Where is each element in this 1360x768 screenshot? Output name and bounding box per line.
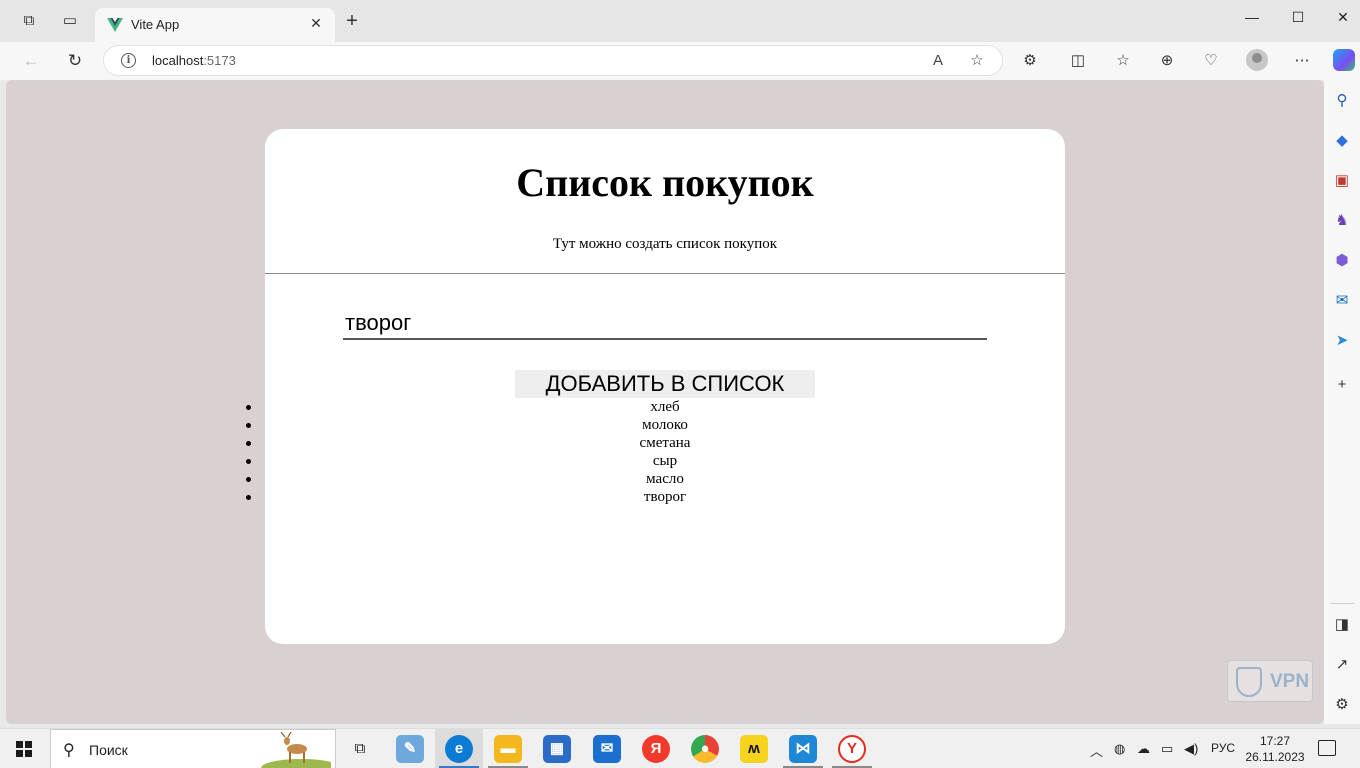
list-item-text: творог <box>643 489 687 505</box>
onedrive-icon[interactable]: ☁ <box>1137 741 1150 757</box>
microsoft-store-icon[interactable]: ▦ <box>543 735 571 763</box>
refresh-icon[interactable]: ↻ <box>64 50 86 72</box>
item-input[interactable] <box>343 307 987 340</box>
close-tab-icon[interactable]: ✕ <box>307 15 325 32</box>
bullet-icon <box>246 441 251 446</box>
add-sidebar-app-icon[interactable]: + <box>1332 375 1352 395</box>
notes-app-icon[interactable]: ✎ <box>396 735 424 763</box>
open-external-icon[interactable]: ↗ <box>1332 655 1352 675</box>
settings-icon[interactable]: ⚙ <box>1332 695 1352 715</box>
vpn-label: VPN <box>1270 671 1310 692</box>
task-view-icon[interactable]: ⧉ <box>346 735 374 763</box>
favorites-icon[interactable]: ☆ <box>1112 50 1134 72</box>
shopping-list: хлеб молоко сметана сыр масло творог <box>240 398 1090 506</box>
divider <box>265 273 1065 274</box>
url-text[interactable]: localhost:5173 <box>152 53 236 68</box>
list-item-text: хлеб <box>650 399 680 415</box>
language-indicator[interactable]: РУС <box>1211 741 1235 755</box>
address-bar[interactable]: i localhost:5173 A ☆ <box>103 45 1003 76</box>
sidebar-divider <box>1330 603 1354 604</box>
tab-vite-app[interactable]: Vite App ✕ <box>95 8 335 42</box>
network-icon[interactable]: ▭ <box>1161 741 1173 757</box>
search-icon[interactable]: ⚲ <box>1332 91 1352 111</box>
close-window-icon[interactable]: ✕ <box>1328 8 1358 28</box>
hide-sidebar-icon[interactable]: ◨ <box>1332 615 1352 635</box>
bullet-icon <box>246 477 251 482</box>
browser-toolbar: ← ↻ i localhost:5173 A ☆ ⚙ ◫ ☆ ⊕ ♡ ⋯ <box>0 42 1360 80</box>
search-icon: ⚲ <box>63 742 75 759</box>
notifications-icon[interactable] <box>1318 740 1336 756</box>
vscode-icon[interactable]: ⋈ <box>789 735 817 763</box>
vpn-shield-icon <box>1236 667 1262 697</box>
edge-browser-icon[interactable]: e <box>445 735 473 763</box>
list-item: масло <box>240 470 1090 488</box>
windows-start-icon[interactable] <box>16 741 32 757</box>
mail-icon[interactable]: ✉ <box>593 735 621 763</box>
shopping-tag-icon[interactable]: ◆ <box>1332 131 1352 151</box>
split-screen-icon[interactable]: ◫ <box>1067 50 1089 72</box>
browser-sidebar: ⚲ ◆ ▣ ♞ ⬢ ✉ ➤ + ◨ ↗ ⚙ <box>1324 80 1360 724</box>
new-tab-icon[interactable]: + <box>342 11 362 31</box>
taskbar-search-label: Поиск <box>89 742 128 758</box>
clock-date: 26.11.2023 <box>1245 750 1305 764</box>
page-title: Список покупок <box>516 160 814 205</box>
maximize-icon[interactable]: ☐ <box>1283 8 1313 28</box>
collections-icon[interactable]: ⊕ <box>1156 50 1178 72</box>
chrome-icon[interactable]: ● <box>691 735 719 763</box>
taskbar-clock[interactable]: 17:27 26.11.2023 <box>1240 733 1310 765</box>
games-icon[interactable]: ♞ <box>1332 211 1352 231</box>
workspaces-icon[interactable]: ⧉ <box>20 12 38 30</box>
site-info-icon[interactable]: i <box>121 53 136 68</box>
tab-title: Vite App <box>131 17 180 32</box>
clock-time: 17:27 <box>1259 734 1291 748</box>
back-icon[interactable]: ← <box>20 50 42 72</box>
file-explorer-icon[interactable]: ▬ <box>494 735 522 763</box>
taskbar-search-box[interactable]: ⚲ Поиск <box>50 729 336 768</box>
profile-avatar[interactable] <box>1246 49 1268 71</box>
miro-icon[interactable]: ʍ <box>740 735 768 763</box>
page-subtitle: Тут можно создать список покупок <box>552 236 778 252</box>
windows-taskbar: ⚲ Поиск ⧉ ✎ e ▬ ▦ ✉ Я ● ʍ ⋈ Y ︿ ◍ ☁ ▭ ◀)… <box>0 728 1360 768</box>
add-to-list-button[interactable]: ДОБАВИТЬ В СПИСОК <box>515 370 815 398</box>
bullet-icon <box>246 495 251 500</box>
list-item-text: сыр <box>652 453 678 469</box>
page-viewport: Список покупок Тут можно создать список … <box>6 80 1324 724</box>
yandex-browser-icon[interactable]: Y <box>838 735 866 763</box>
tab-actions-icon[interactable]: ▭ <box>61 12 79 30</box>
browser-title-bar: ⧉ ▭ Vite App ✕ + — ☐ ✕ <box>0 0 1360 42</box>
tools-icon[interactable]: ▣ <box>1332 171 1352 191</box>
list-item-text: молоко <box>642 417 688 433</box>
show-hidden-icons[interactable]: ︿ <box>1090 741 1103 760</box>
outlook-icon[interactable]: ✉ <box>1332 291 1352 311</box>
list-item-text: масло <box>646 471 684 487</box>
minimize-icon[interactable]: — <box>1237 8 1267 28</box>
deer-illustration-icon <box>261 732 331 768</box>
list-item-text: сметана <box>639 435 691 451</box>
list-item: молоко <box>240 416 1090 434</box>
more-options-icon[interactable]: ⋯ <box>1291 50 1313 72</box>
send-icon[interactable]: ➤ <box>1332 331 1352 351</box>
vpn-badge[interactable]: VPN <box>1227 660 1313 702</box>
vue-logo-icon <box>107 18 123 32</box>
browser-essentials-icon[interactable]: ♡ <box>1200 50 1222 72</box>
list-item: сыр <box>240 452 1090 470</box>
extensions-icon[interactable]: ⚙ <box>1019 50 1041 72</box>
list-item: сметана <box>240 434 1090 452</box>
list-item: хлеб <box>240 398 1090 416</box>
bullet-icon <box>246 405 251 410</box>
read-aloud-icon[interactable]: A <box>928 51 948 71</box>
shopping-list-card: Список покупок Тут можно создать список … <box>246 129 1065 644</box>
tray-app-icon[interactable]: ◍ <box>1114 741 1125 757</box>
yandex-icon[interactable]: Я <box>642 735 670 763</box>
bullet-icon <box>246 423 251 428</box>
bullet-icon <box>246 459 251 464</box>
volume-icon[interactable]: ◀) <box>1184 741 1198 757</box>
microsoft-365-icon[interactable]: ⬢ <box>1332 251 1352 271</box>
list-item: творог <box>240 488 1090 506</box>
copilot-icon[interactable] <box>1333 49 1355 71</box>
favorite-star-icon[interactable]: ☆ <box>967 51 987 71</box>
